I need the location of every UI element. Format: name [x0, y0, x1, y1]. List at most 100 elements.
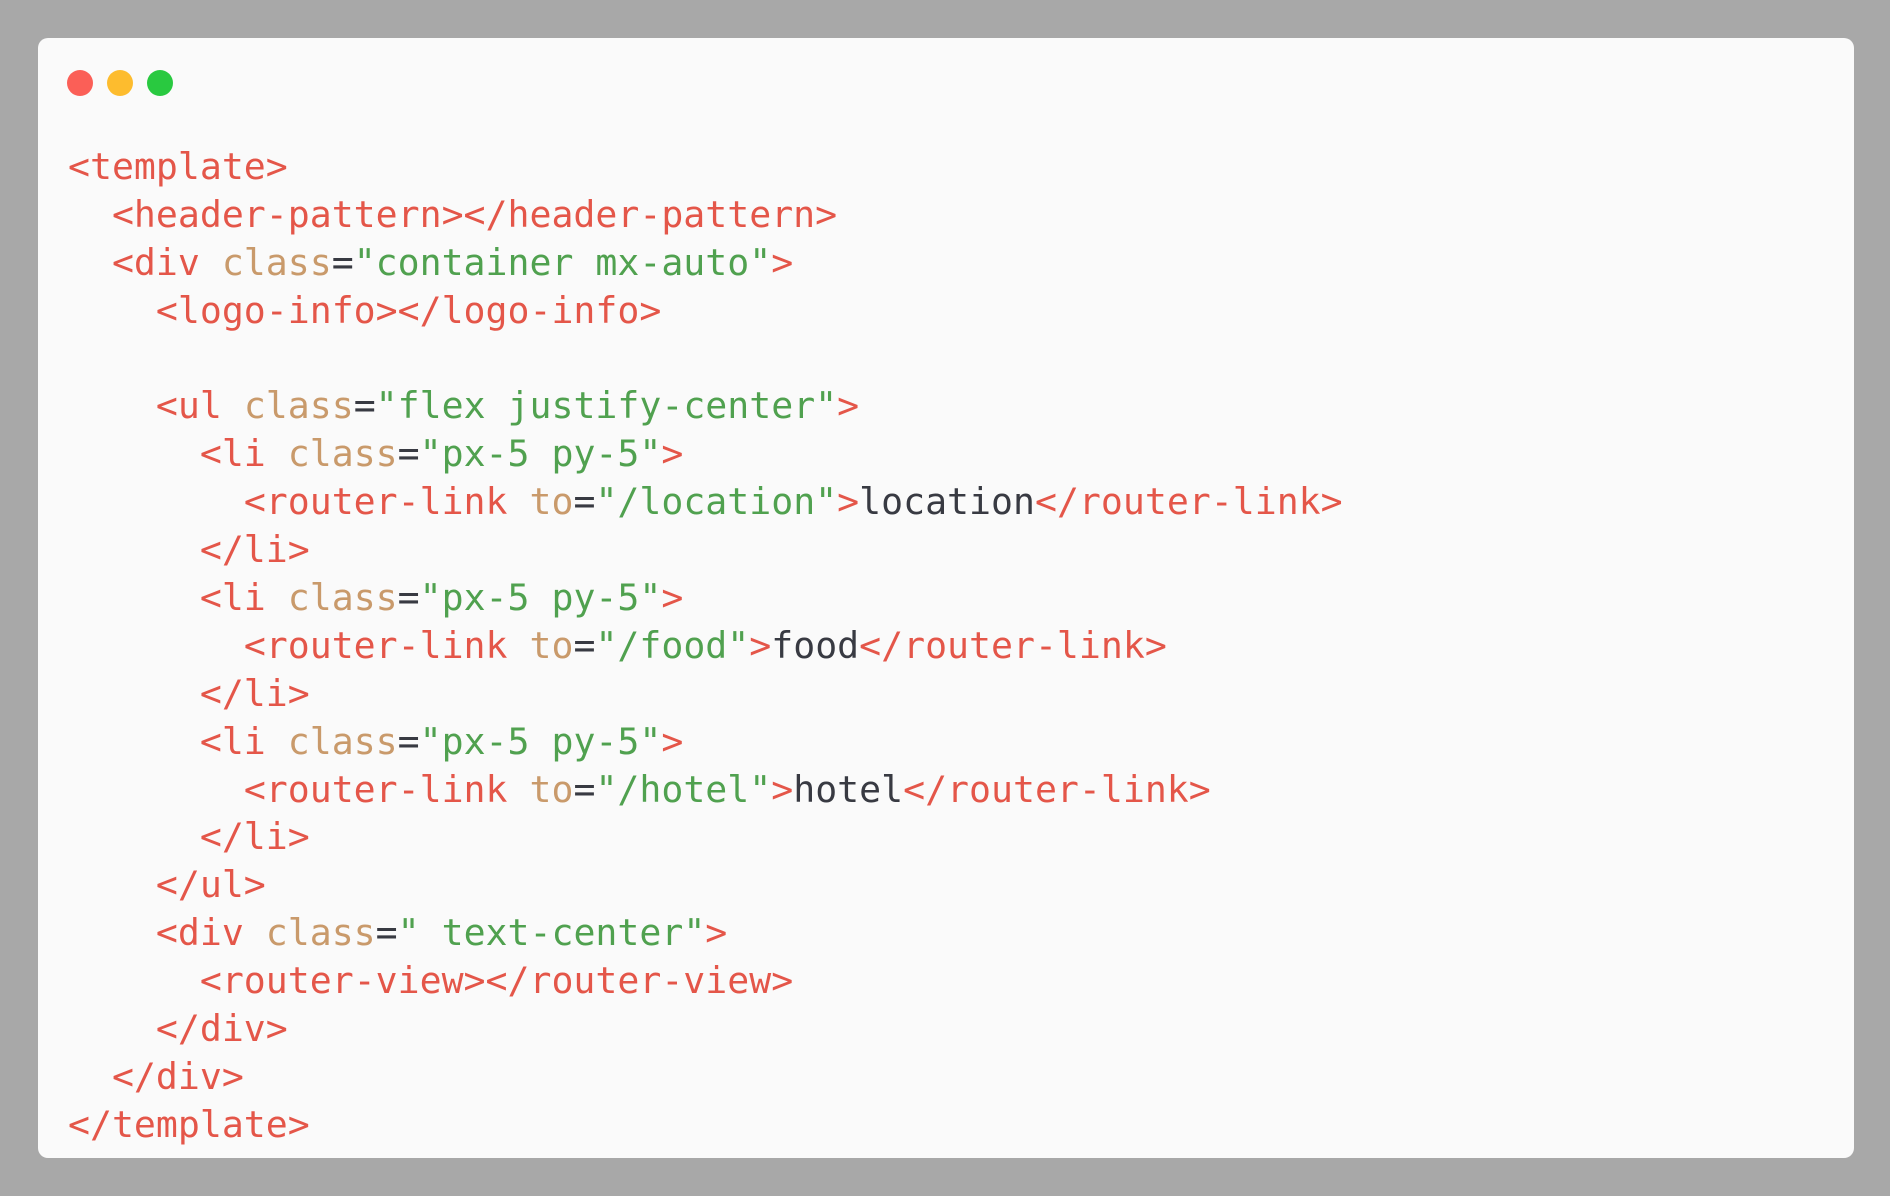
code-token-str: "flex justify-center"	[375, 384, 838, 428]
code-line: <li class="px-5 py-5">	[68, 718, 1343, 766]
code-token-tag: <router-link	[243, 623, 530, 667]
code-token-tag: <div	[155, 911, 266, 955]
code-line: ​	[68, 335, 1343, 383]
code-token-punct: =	[397, 432, 420, 476]
code-token-tag: </router-link>	[1034, 480, 1343, 524]
code-token-attr: to	[529, 480, 574, 524]
code-token-tag: >	[837, 384, 860, 428]
code-token-tag: <div	[111, 240, 222, 284]
code-line: <router-link to="/location">location</ro…	[68, 478, 1343, 526]
code-token-attr: class	[221, 240, 332, 284]
zoom-button[interactable]	[147, 70, 173, 96]
code-token-tag: <router-link	[243, 480, 530, 524]
code-token-str: " text-center"	[397, 911, 706, 955]
code-line: </template>	[68, 1101, 1343, 1149]
code-token-tag: >	[771, 767, 794, 811]
code-token-punct: =	[573, 623, 596, 667]
code-token-punct: =	[375, 911, 398, 955]
code-line: </li>	[68, 670, 1343, 718]
code-token-tag: <logo-info></logo-info>	[155, 288, 662, 332]
code-token-str: "px-5 py-5"	[419, 576, 662, 620]
code-token-str: "/location"	[595, 480, 838, 524]
code-token-tag: </li>	[199, 528, 310, 572]
code-token-tag: </router-link>	[903, 767, 1211, 811]
code-token-tag: </li>	[199, 671, 310, 715]
code-token-str: "/food"	[595, 623, 750, 667]
code-token-tag: <template>	[68, 145, 288, 188]
code-line: </li>	[68, 526, 1343, 574]
code-token-punct: =	[397, 719, 420, 763]
code-token-tag: <router-view></router-view>	[199, 959, 794, 1003]
code-token-attr: class	[265, 911, 376, 955]
code-line: </div>	[68, 1005, 1343, 1053]
code-token-str: "/hotel"	[595, 767, 772, 811]
code-token-punct: =	[573, 480, 596, 524]
code-token-attr: to	[529, 767, 574, 811]
code-line: <logo-info></logo-info>	[68, 287, 1343, 335]
code-token-tag: <li	[199, 576, 288, 620]
code-token-tag: >	[661, 576, 684, 620]
code-line: </div>	[68, 1053, 1343, 1101]
code-token-punct: =	[353, 384, 376, 428]
code-token-str: "px-5 py-5"	[419, 432, 662, 476]
code-token-text: location	[859, 480, 1035, 524]
code-token-text: food	[771, 623, 860, 667]
code-token-attr: class	[287, 432, 398, 476]
code-line: <template>	[68, 143, 1343, 191]
code-token-text: hotel	[793, 767, 904, 811]
code-token-tag: <li	[199, 719, 288, 763]
code-token-tag: </li>	[199, 815, 310, 859]
code-window: <template> <header-pattern></header-patt…	[38, 38, 1854, 1158]
code-token-attr: class	[243, 384, 354, 428]
code-token-tag: >	[749, 623, 772, 667]
code-token-attr: to	[529, 623, 574, 667]
code-token-tag: <li	[199, 432, 288, 476]
code-token-tag: <router-link	[243, 767, 530, 811]
code-token-tag: </div>	[155, 1007, 288, 1051]
code-block: <template> <header-pattern></header-patt…	[68, 143, 1343, 1149]
code-token-tag: </div>	[111, 1054, 244, 1098]
code-token-attr: class	[287, 576, 398, 620]
code-token-punct: =	[397, 576, 420, 620]
close-button[interactable]	[67, 70, 93, 96]
code-token-str: "px-5 py-5"	[419, 719, 662, 763]
code-line: <div class=" text-center">	[68, 909, 1343, 957]
code-token-tag: >	[837, 480, 860, 524]
code-token-tag: >	[771, 240, 794, 284]
code-line: <li class="px-5 py-5">	[68, 430, 1343, 478]
code-token-tag: </router-link>	[859, 623, 1167, 667]
code-line: <header-pattern></header-pattern>	[68, 191, 1343, 239]
code-line: <router-link to="/food">food</router-lin…	[68, 622, 1343, 670]
code-token-punct: =	[331, 240, 354, 284]
code-line: <ul class="flex justify-center">	[68, 382, 1343, 430]
code-token-str: "container mx-auto"	[353, 240, 772, 284]
code-line: </ul>	[68, 861, 1343, 909]
code-token-tag: >	[661, 719, 684, 763]
code-token-tag: >	[661, 432, 684, 476]
code-line: <div class="container mx-auto">	[68, 239, 1343, 287]
minimize-button[interactable]	[107, 70, 133, 96]
code-line: <li class="px-5 py-5">	[68, 574, 1343, 622]
code-token-tag: </ul>	[155, 863, 266, 907]
code-token-tag: </template>	[68, 1102, 310, 1146]
code-token-tag: >	[705, 911, 728, 955]
code-token-tag: <ul	[155, 384, 244, 428]
code-token-tag: <header-pattern></header-pattern>	[111, 192, 838, 236]
